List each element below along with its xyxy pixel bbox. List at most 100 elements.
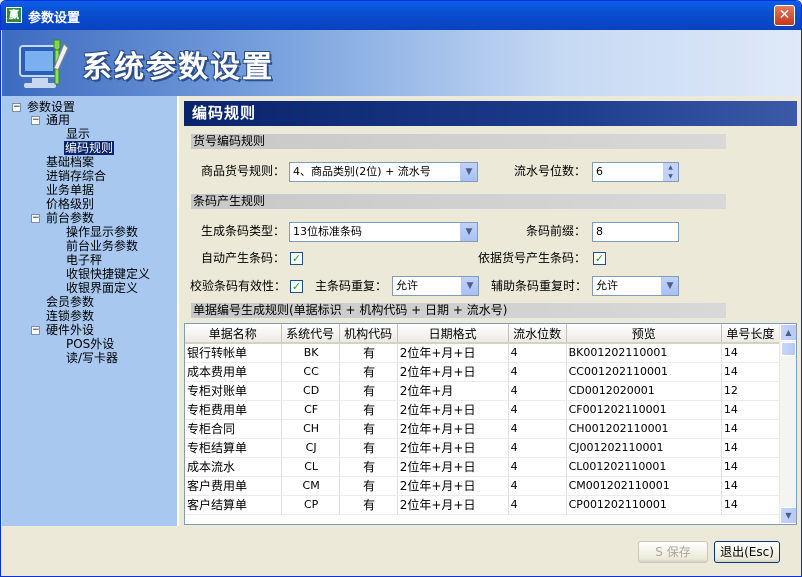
table-cell: 2位年+月+日 xyxy=(397,495,509,515)
tree-item-chain-params[interactable]: 连锁参数 xyxy=(46,309,94,323)
table-cell: 专柜费用单 xyxy=(185,400,282,420)
tree-item-coding-rules[interactable]: 编码规则 xyxy=(64,141,115,155)
chevron-down-icon[interactable]: ▼ xyxy=(461,277,478,295)
table-cell: CL001202110001 xyxy=(566,457,722,477)
table-cell: CH xyxy=(281,419,340,439)
table-cell: 2位年+月 xyxy=(397,381,509,401)
doc-number-table[interactable]: 单据名称 系统代号 机构代码 日期格式 流水位数 预览 单号长度 银行转帐单 B… xyxy=(184,323,797,525)
table-row[interactable]: 专柜合同 CH 有 2位年+月+日 4 CH001202110001 14 xyxy=(185,419,781,439)
table-cell: CM001202110001 xyxy=(566,476,722,496)
table-row[interactable]: 成本费用单 CC 有 2位年+月+日 4 CC001202110001 14 xyxy=(185,362,781,382)
table-cell: 客户结算单 xyxy=(185,495,282,515)
auto-barcode-checkbox[interactable]: ✓ xyxy=(290,252,303,265)
tree-item-business-docs[interactable]: 业务单据 xyxy=(46,183,94,197)
auto-barcode-label: 自动产生条码： xyxy=(201,251,286,265)
tree-item-front-params[interactable]: 前台参数 xyxy=(46,211,94,225)
chevron-down-icon[interactable]: ▼ xyxy=(460,163,477,181)
table-cell: 4 xyxy=(508,419,567,439)
column-header[interactable]: 流水位数 xyxy=(508,324,567,344)
barcode-type-select[interactable]: 13位标准条码 ▼ xyxy=(289,222,478,242)
table-cell: CD xyxy=(281,381,340,401)
table-cell: CP xyxy=(281,495,340,515)
spinner-arrows-icon[interactable]: ▲ ▼ xyxy=(663,163,678,181)
tree-item-card-reader[interactable]: 读/写卡器 xyxy=(66,351,118,365)
table-cell: 4 xyxy=(508,457,567,477)
close-button[interactable]: ✕ xyxy=(774,5,795,26)
table-row[interactable]: 专柜结算单 CJ 有 2位年+月+日 4 CJ001202110001 14 xyxy=(185,438,781,458)
table-cell: 有 xyxy=(339,419,398,439)
table-cell: 4 xyxy=(508,381,567,401)
column-header[interactable]: 日期格式 xyxy=(397,324,509,344)
collapse-icon[interactable]: − xyxy=(31,116,40,125)
table-row[interactable]: 成本流水 CL 有 2位年+月+日 4 CL001202110001 14 xyxy=(185,457,781,477)
main-dup-label: 主条码重复： xyxy=(315,279,388,293)
column-header[interactable]: 系统代号 xyxy=(281,324,340,344)
tree-item-display[interactable]: 显示 xyxy=(66,127,90,141)
table-cell: 4 xyxy=(508,495,567,515)
table-row[interactable]: 银行转帐单 BK 有 2位年+月+日 4 BK001202110001 14 xyxy=(185,343,781,363)
chevron-down-icon[interactable]: ▼ xyxy=(661,277,678,295)
table-cell: CC001202110001 xyxy=(566,362,722,382)
scroll-thumb[interactable] xyxy=(781,342,796,356)
tree-item-basic-files[interactable]: 基础档案 xyxy=(46,155,94,169)
tree-item-root[interactable]: 参数设置 xyxy=(27,100,75,114)
table-cell: CL xyxy=(281,457,340,477)
column-header[interactable]: 单据名称 xyxy=(185,324,282,344)
goods-rule-select[interactable]: 4、商品类别(2位) + 流水号 ▼ xyxy=(289,162,478,182)
tree-item-general[interactable]: 通用 xyxy=(46,113,70,127)
table-cell: 14 xyxy=(721,419,781,439)
column-header[interactable]: 单号长度 xyxy=(721,324,781,344)
table-cell: 2位年+月+日 xyxy=(397,438,509,458)
table-cell: 14 xyxy=(721,438,781,458)
by-goods-no-checkbox[interactable]: ✓ xyxy=(593,252,606,265)
column-header[interactable]: 机构代码 xyxy=(339,324,398,344)
table-cell: CH001202110001 xyxy=(566,419,722,439)
tree-item-pss[interactable]: 进销存综合 xyxy=(46,169,106,183)
banner-title: 系统参数设置 xyxy=(82,50,274,85)
tree-item-scale[interactable]: 电子秤 xyxy=(66,253,102,267)
tree-item-cashier-hotkeys[interactable]: 收银快捷键定义 xyxy=(66,267,150,281)
settings-tree[interactable]: − 参数设置 − 通用 显示 编码规则 基础档案 进销存综合 业务单据 价格级别… xyxy=(2,96,179,526)
table-cell: 2位年+月+日 xyxy=(397,457,509,477)
aux-dup-select[interactable]: 允许 ▼ xyxy=(592,276,679,296)
by-goods-no-label: 依据货号产生条码： xyxy=(478,251,587,265)
serial-digits-label: 流水号位数： xyxy=(514,164,587,178)
save-button[interactable]: S 保存 xyxy=(638,541,708,563)
table-row[interactable]: 专柜费用单 CF 有 2位年+月+日 4 CF001202110001 14 xyxy=(185,400,781,420)
table-row[interactable]: 专柜对账单 CD 有 2位年+月 4 CD0012020001 12 xyxy=(185,381,781,401)
tree-item-price-level[interactable]: 价格级别 xyxy=(46,197,94,211)
settings-window: 赢 参数设置 ✕ 系统参数设置 − 参数设置 − 通用 显示 编码规则 基础档案… xyxy=(0,0,802,577)
table-row[interactable]: 客户费用单 CM 有 2位年+月+日 4 CM001202110001 14 xyxy=(185,476,781,496)
table-cell: 2位年+月+日 xyxy=(397,400,509,420)
table-cell: 4 xyxy=(508,362,567,382)
barcode-prefix-input[interactable]: 8 xyxy=(592,222,679,242)
tree-item-hardware[interactable]: 硬件外设 xyxy=(46,323,94,337)
validate-checkbox[interactable]: ✓ xyxy=(290,280,303,293)
banner: 系统参数设置 xyxy=(2,30,800,96)
validate-label: 校验条码有效性： xyxy=(190,279,287,293)
tree-item-member-params[interactable]: 会员参数 xyxy=(46,295,94,309)
serial-digits-spinner[interactable]: 6 ▲ ▼ xyxy=(592,162,679,182)
table-cell: CF xyxy=(281,400,340,420)
scroll-down-icon[interactable]: ▼ xyxy=(780,507,796,524)
goods-rule-value: 4、商品类别(2位) + 流水号 xyxy=(293,165,431,178)
tree-item-pos[interactable]: POS外设 xyxy=(66,337,114,351)
collapse-icon[interactable]: − xyxy=(12,103,21,112)
barcode-type-value: 13位标准条码 xyxy=(293,225,362,238)
collapse-icon[interactable]: − xyxy=(31,326,40,335)
table-cell: 有 xyxy=(339,476,398,496)
scroll-up-icon[interactable]: ▲ xyxy=(780,324,796,341)
column-header[interactable]: 预览 xyxy=(566,324,722,344)
aux-dup-value: 允许 xyxy=(596,279,618,292)
main-dup-select[interactable]: 允许 ▼ xyxy=(392,276,479,296)
table-cell: CD0012020001 xyxy=(566,381,722,401)
collapse-icon[interactable]: − xyxy=(31,214,40,223)
exit-button[interactable]: 退出(Esc) xyxy=(714,541,780,563)
table-row[interactable]: 客户结算单 CP 有 2位年+月+日 4 CP001202110001 14 xyxy=(185,495,781,515)
vertical-scrollbar[interactable]: ▲ ▼ xyxy=(779,324,796,524)
tree-item-op-display[interactable]: 操作显示参数 xyxy=(66,225,138,239)
tree-item-cashier-ui[interactable]: 收银界面定义 xyxy=(66,281,138,295)
settings-tools-icon xyxy=(19,39,69,88)
chevron-down-icon[interactable]: ▼ xyxy=(460,223,477,241)
tree-item-front-business[interactable]: 前台业务参数 xyxy=(66,239,138,253)
